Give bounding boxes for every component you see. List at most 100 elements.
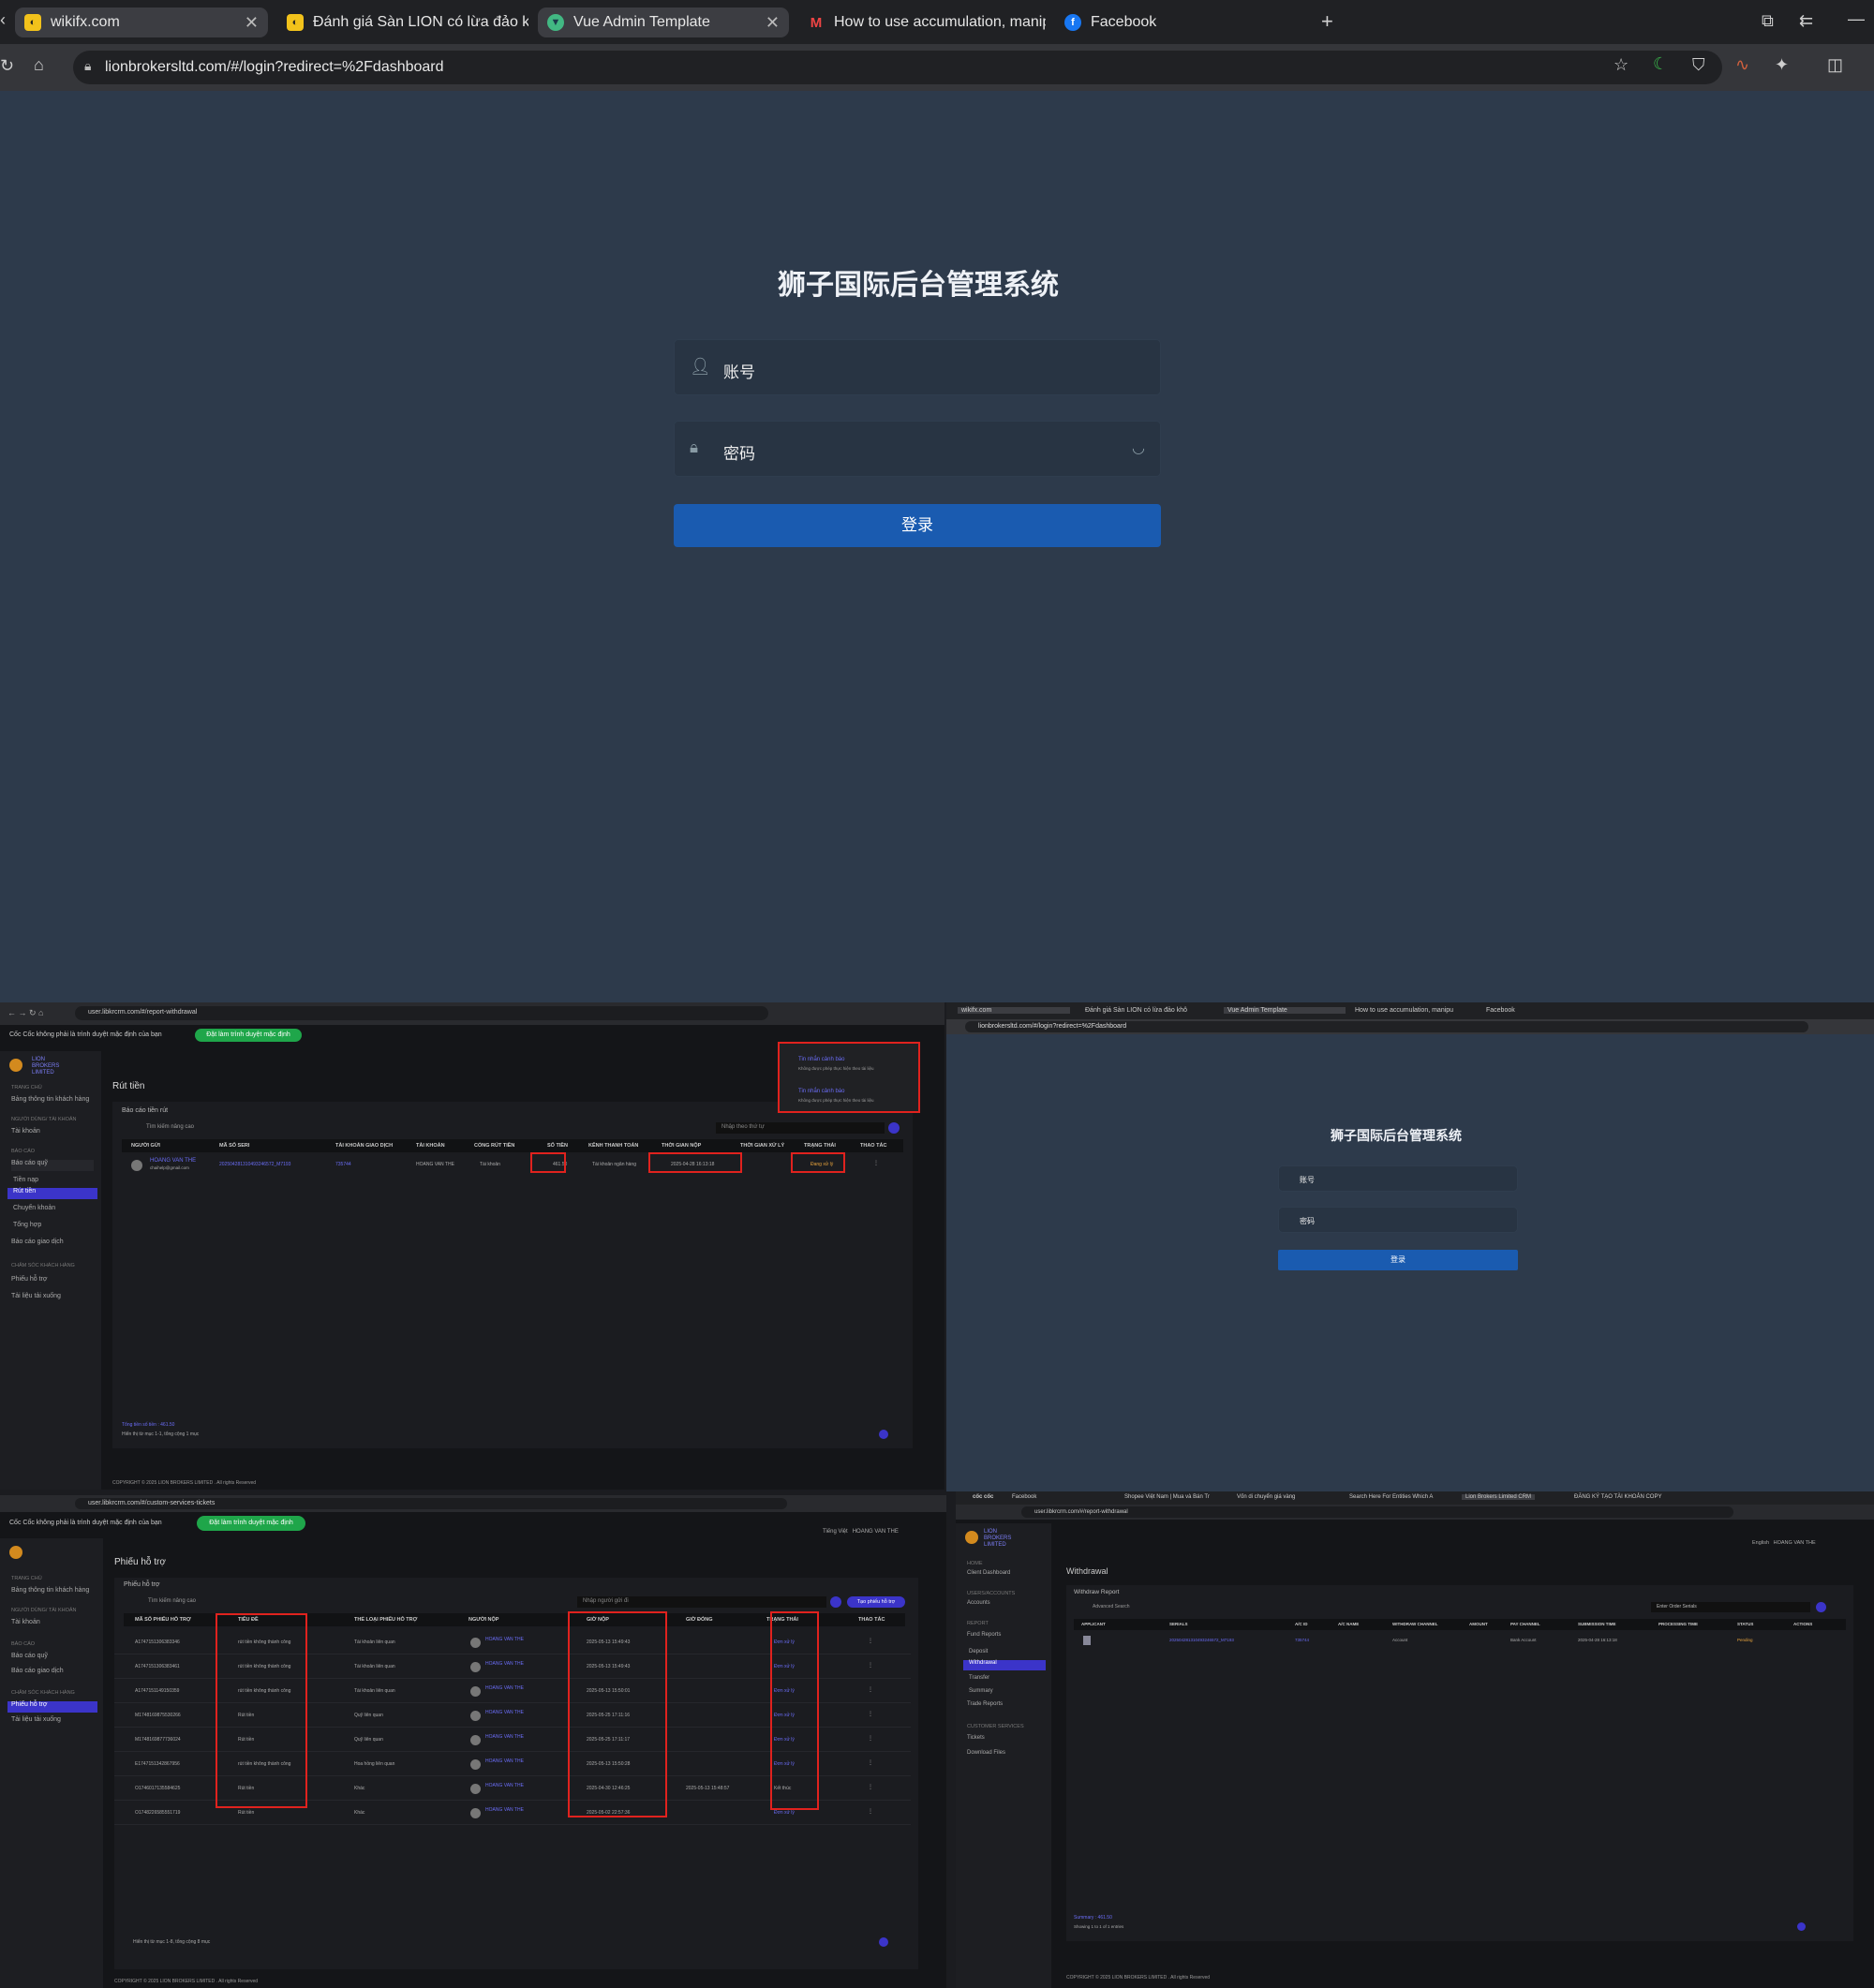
wikifx-icon: ◐ bbox=[24, 14, 41, 31]
sidebar-item-transfer[interactable]: Chuyển khoản bbox=[13, 1205, 55, 1211]
more-icon[interactable]: ⋮ bbox=[868, 1711, 873, 1717]
tab-lion-review[interactable]: ◐ Đánh giá Sàn LION có lừa đảo khô bbox=[277, 7, 528, 37]
username-field[interactable]: 👤︎ 账号 bbox=[674, 339, 1161, 395]
eye-closed-icon[interactable]: ◡ bbox=[1132, 438, 1145, 457]
cell-close: 2025-05-13 15:48:57 bbox=[686, 1786, 730, 1791]
username-field[interactable]: 账号 bbox=[1278, 1165, 1518, 1192]
tab-facebook[interactable]: f Facebook bbox=[1055, 7, 1299, 37]
mini-address-bar: user.libkrcrm.com/#/custom-services-tick… bbox=[0, 1495, 946, 1512]
sidebar-item-dashboard[interactable]: Bảng thông tin khách hàng bbox=[11, 1096, 89, 1103]
cell-id: A1747151306383461 bbox=[135, 1664, 180, 1669]
submitter-name[interactable]: HOANG VAN THE bbox=[485, 1783, 524, 1788]
password-field[interactable]: 密码 bbox=[1278, 1207, 1518, 1233]
more-icon[interactable]: ⋮ bbox=[868, 1686, 873, 1693]
tab-scroll-icon[interactable]: ‹ bbox=[0, 10, 6, 30]
password-placeholder: 密码 bbox=[723, 445, 755, 463]
sidebar-item-fund-report[interactable]: Báo cáo quỹ bbox=[11, 1160, 94, 1171]
more-icon[interactable]: ⋮ bbox=[868, 1759, 873, 1766]
search-input[interactable]: Nhập theo thứ tự bbox=[716, 1122, 885, 1134]
bookmark-star-icon[interactable]: ☆ bbox=[1614, 55, 1629, 75]
submitter-name[interactable]: HOANG VAN THE bbox=[485, 1637, 524, 1642]
lion-logo-icon bbox=[9, 1546, 22, 1559]
more-icon[interactable]: ⋮ bbox=[868, 1735, 873, 1742]
url-field[interactable]: user.libkrcrm.com/#/custom-services-tick… bbox=[75, 1498, 787, 1509]
minimize-icon[interactable]: — bbox=[1848, 9, 1865, 29]
more-icon[interactable]: ⋮ bbox=[868, 1808, 873, 1815]
moon-icon[interactable]: ☾ bbox=[1653, 54, 1668, 74]
avatar bbox=[470, 1735, 481, 1745]
browser-address-bar: ↻ ⌂ 🔒︎ lionbrokersltd.com/#/login?redire… bbox=[0, 44, 1874, 91]
tab-vue-admin[interactable]: ▼ Vue Admin Template ✕ bbox=[538, 7, 789, 37]
login-button[interactable]: 登录 bbox=[674, 504, 1161, 547]
sidebar-item-accounts[interactable]: Tài khoản bbox=[11, 1128, 40, 1135]
search-icon[interactable] bbox=[888, 1122, 900, 1134]
sidebar-icon[interactable]: ◫ bbox=[1827, 55, 1843, 75]
more-icon[interactable]: ⋮ bbox=[873, 1160, 879, 1166]
serial-link[interactable]: 202504281310493246572_M7193 bbox=[219, 1162, 290, 1167]
url-field[interactable]: user.libkrcrm.com/#/report-withdrawal bbox=[1021, 1506, 1733, 1518]
close-icon[interactable]: ✕ bbox=[237, 13, 259, 33]
sidebar-item-withdraw[interactable]: Rút tiền bbox=[7, 1188, 97, 1199]
new-tab-icon[interactable]: + bbox=[1321, 9, 1333, 34]
submitter-name[interactable]: HOANG VAN THE bbox=[485, 1807, 524, 1813]
sidebar-item-tickets[interactable]: Phiếu hỗ trợ bbox=[11, 1276, 47, 1283]
url-field[interactable]: user.libkrcrm.com/#/report-withdrawal bbox=[75, 1006, 768, 1020]
extensions-icon[interactable]: ✦ bbox=[1775, 55, 1789, 75]
avatar bbox=[470, 1711, 481, 1721]
url-field[interactable]: lionbrokersltd.com/#/login?redirect=%2Fd… bbox=[965, 1021, 1808, 1032]
login-title: 狮子国际后台管理系统 bbox=[1331, 1128, 1462, 1143]
more-icon[interactable]: ⋮ bbox=[868, 1662, 873, 1669]
more-icon[interactable]: ⋮ bbox=[868, 1638, 873, 1644]
tab-gmail[interactable]: M How to use accumulation, manipu bbox=[798, 7, 1046, 37]
avatar bbox=[470, 1784, 481, 1794]
more-icon[interactable]: ⋮ bbox=[868, 1784, 873, 1790]
shield-icon[interactable]: ⛉ bbox=[1692, 55, 1705, 75]
search-icon[interactable] bbox=[830, 1596, 841, 1608]
submitter-name[interactable]: HOANG VAN THE bbox=[485, 1710, 524, 1715]
toast-notifications: Tin nhắn cảnh báo Không được phép thực h… bbox=[778, 1042, 920, 1113]
nav-arrows-icon[interactable]: ← → ↻ ⌂ bbox=[7, 1008, 43, 1018]
close-icon[interactable]: ✕ bbox=[758, 13, 780, 33]
set-default-button[interactable]: Đặt làm trình duyệt mặc định bbox=[195, 1029, 302, 1042]
back-forward-icon[interactable]: ⇇ bbox=[1799, 11, 1813, 31]
set-default-button[interactable]: Đặt làm trình duyệt mặc định bbox=[197, 1516, 305, 1531]
sidebar-item-downloads[interactable]: Tải liệu tải xuống bbox=[11, 1293, 61, 1299]
sidebar: LION BROKERS LIMITED TRANG CHỦ Bảng thôn… bbox=[0, 1051, 101, 1490]
page-1-button[interactable] bbox=[879, 1430, 888, 1439]
reader-icon[interactable]: ∿ bbox=[1735, 55, 1749, 75]
cell-id: E1747151342867956 bbox=[135, 1761, 180, 1767]
submitter-name[interactable]: HOANG VAN THE bbox=[485, 1734, 524, 1740]
sidebar: TRANG CHỦ Bảng thông tin khách hàng NGƯỜ… bbox=[0, 1538, 103, 1988]
search-input[interactable]: Enter Order Serials bbox=[1651, 1602, 1810, 1612]
advanced-search-toggle[interactable]: Tìm kiếm nâng cao bbox=[146, 1124, 194, 1130]
screen-capture-icon[interactable]: ⧉ bbox=[1762, 11, 1774, 31]
login-page: 狮子国际后台管理系统 👤︎ 账号 🔒︎ 密码 ◡ 登录 bbox=[0, 91, 1874, 1002]
search-icon[interactable] bbox=[1816, 1602, 1826, 1612]
page-1-button[interactable] bbox=[879, 1937, 888, 1947]
user-menu[interactable]: Tiếng Việt HOANG VAN THE bbox=[823, 1529, 899, 1535]
sidebar-item-tickets[interactable]: Phiếu hỗ trợ bbox=[7, 1701, 97, 1713]
avatar bbox=[470, 1662, 481, 1672]
login-button[interactable]: 登录 bbox=[1278, 1250, 1518, 1270]
cell-id: O1748226585551719 bbox=[135, 1810, 181, 1816]
user-menu[interactable]: English HOANG VAN THE bbox=[1752, 1540, 1816, 1546]
sidebar-item-withdrawal[interactable]: Withdrawal bbox=[963, 1660, 1046, 1670]
create-ticket-button[interactable]: Tạo phiếu hỗ trợ bbox=[847, 1596, 905, 1608]
submitter-name[interactable]: HOANG VAN THE bbox=[485, 1685, 524, 1691]
reload-icon[interactable]: ↻ bbox=[0, 56, 14, 76]
sidebar-item-trade-report[interactable]: Báo cáo giao dịch bbox=[11, 1239, 64, 1245]
home-icon[interactable]: ⌂ bbox=[34, 55, 44, 75]
highlight-time-col bbox=[568, 1611, 667, 1817]
sidebar-item-deposit[interactable]: Tiền nạp bbox=[13, 1177, 38, 1183]
page-1-button[interactable] bbox=[1797, 1922, 1806, 1931]
tab-wikifx[interactable]: ◐ wikifx.com ✕ bbox=[15, 7, 268, 37]
sidebar-item-summary[interactable]: Tổng hợp bbox=[13, 1222, 41, 1228]
submitter-name[interactable]: HOANG VAN THE bbox=[485, 1661, 524, 1667]
submitter-name[interactable]: HOANG VAN THE bbox=[485, 1758, 524, 1764]
cell-title: Rút tiền bbox=[238, 1810, 255, 1816]
url-field[interactable]: 🔒︎ lionbrokersltd.com/#/login?redirect=%… bbox=[73, 51, 1722, 84]
highlight-title-col bbox=[216, 1613, 307, 1808]
mini-address-bar: ← → ↻ ⌂ user.libkrcrm.com/#/report-withd… bbox=[0, 1002, 944, 1025]
password-field[interactable]: 🔒︎ 密码 ◡ bbox=[674, 421, 1161, 477]
search-input[interactable]: Nhập người gửi đi bbox=[577, 1596, 826, 1608]
